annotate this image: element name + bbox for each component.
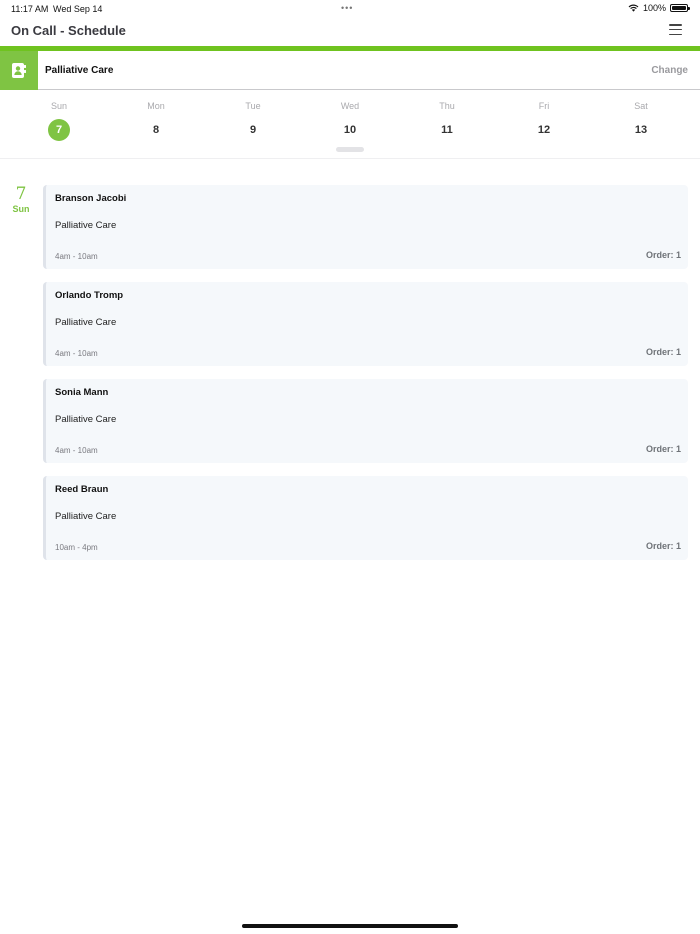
battery-fill [672,6,686,10]
wifi-icon [628,4,639,12]
card-unit: Palliative Care [55,220,117,231]
day-number: 10 [343,124,357,136]
battery-percent: 100% [642,3,666,13]
week-strip: Sun 7 Mon 8 Tue 9 Wed 10 Thu 11 Fri 12 S… [0,90,700,159]
schedule-card[interactable]: Reed Braun Palliative Care 10am - 4pm Or… [43,476,688,560]
order-label: Order: 1 [645,444,681,454]
shift-time: 4am - 10am [55,252,98,261]
week-drag-handle[interactable] [336,147,364,152]
status-bar: 11:17 AM Wed Sep 14 ••• 100% [0,0,700,18]
schedule-card[interactable]: Sonia Mann Palliative Care 4am - 10am Or… [43,379,688,463]
person-name: Reed Braun [55,484,109,495]
schedule-date-label: 7 Sun [0,185,42,214]
day-name: Mon [147,101,165,111]
person-name: Sonia Mann [55,387,109,398]
day-name: Wed [340,101,360,111]
shift-time: 4am - 10am [55,446,98,455]
schedule-card[interactable]: Branson Jacobi Palliative Care 4am - 10a… [43,185,688,269]
battery-icon [670,4,690,12]
day-name: Sun [50,101,67,111]
day-number: 11 [441,124,453,136]
shift-time: 4am - 10am [55,349,98,358]
day-number: 8 [152,124,160,136]
status-time: 11:17 AM [11,4,49,14]
day-number: 7 [48,119,70,141]
day-number: 13 [634,124,648,136]
order-label: Order: 1 [645,347,681,357]
person-name: Branson Jacobi [55,193,127,204]
status-date: Wed Sep 14 [53,4,103,14]
order-label: Order: 1 [645,541,681,551]
day-name: Sat [634,101,648,111]
multitasking-dots[interactable]: ••• [341,3,353,13]
order-label: Order: 1 [645,250,681,260]
day-number: 12 [537,124,551,136]
shift-time: 10am - 4pm [55,543,98,552]
day-number: 9 [249,124,257,136]
card-unit: Palliative Care [55,317,117,328]
page-title: On Call - Schedule [11,23,126,38]
contact-book-icon [0,51,38,90]
home-indicator[interactable] [242,924,458,928]
card-unit: Palliative Care [55,511,117,522]
day-name: Thu [439,101,455,111]
day-name: Fri [538,101,550,111]
hamburger-menu-icon[interactable] [669,24,682,35]
card-unit: Palliative Care [55,414,117,425]
nav-bar: On Call - Schedule [0,18,700,46]
status-right: 100% [628,3,690,13]
schedule-date-day: Sun [12,204,30,214]
person-name: Orlando Tromp [55,290,124,301]
unit-selector: Palliative Care Change [0,51,700,90]
unit-name: Palliative Care [45,65,114,76]
day-name: Tue [245,101,261,111]
schedule-card[interactable]: Orlando Tromp Palliative Care 4am - 10am… [43,282,688,366]
schedule-date-number: 7 [15,184,27,204]
change-unit-button[interactable]: Change [651,65,688,76]
